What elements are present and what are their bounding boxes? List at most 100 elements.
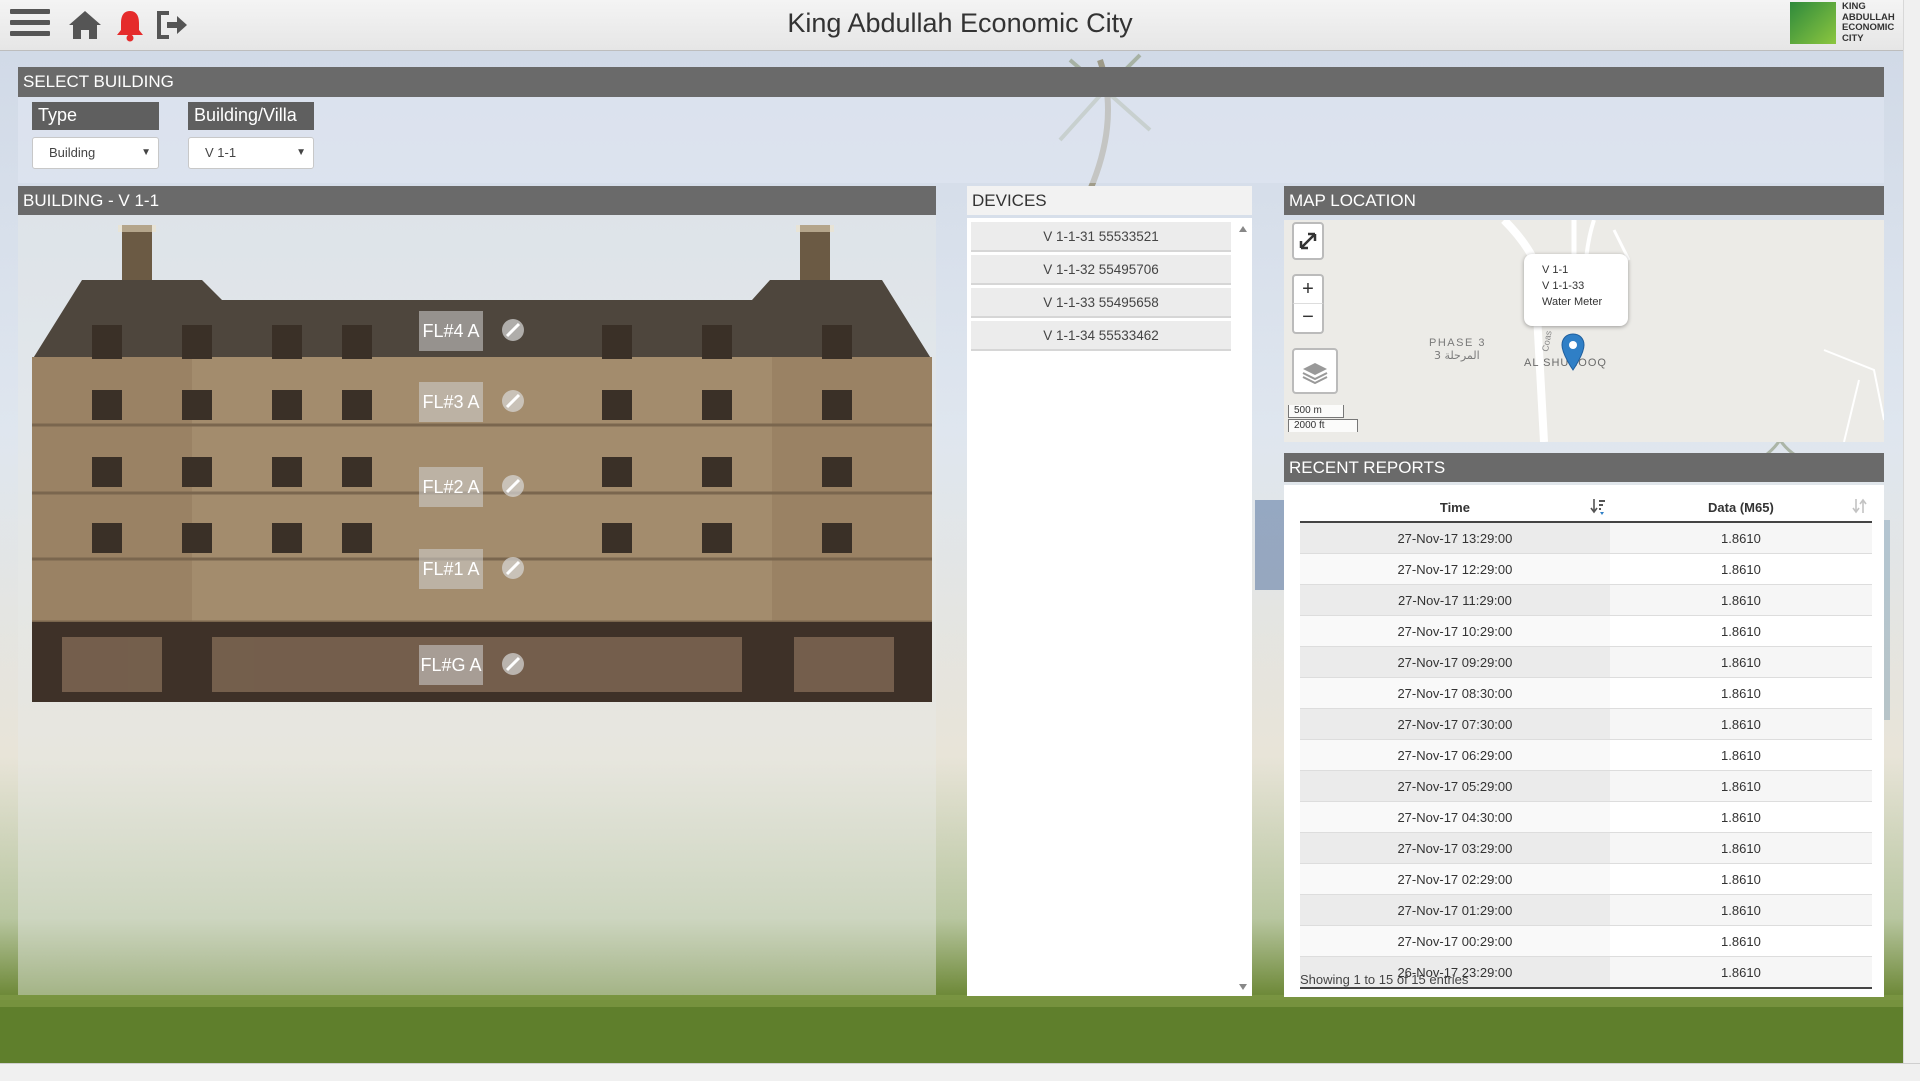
popup-line-type: Water Meter xyxy=(1542,296,1603,308)
device-item[interactable]: V 1-1-34 55533462 xyxy=(971,321,1231,351)
brand-line: CITY xyxy=(1842,32,1864,44)
map-popup: V 1-1 V 1-1-33 Water Meter xyxy=(1524,254,1628,326)
table-row: 27-Nov-17 05:29:00 1.8610 xyxy=(1300,770,1872,802)
meter-icon[interactable] xyxy=(498,315,528,345)
cell-data: 1.8610 xyxy=(1609,646,1872,678)
select-building-header: SELECT BUILDING xyxy=(18,67,1884,97)
app-title: King Abdullah Economic City xyxy=(787,8,1133,38)
sort-desc-icon xyxy=(1590,499,1605,515)
table-row: 27-Nov-17 07:30:00 1.8610 xyxy=(1300,708,1872,740)
cell-data: 1.8610 xyxy=(1609,894,1872,926)
map-label-phase-ar: المرحلة 3 xyxy=(1434,349,1480,362)
cell-data: 1.8610 xyxy=(1609,863,1872,895)
meter-icon[interactable] xyxy=(498,553,528,583)
cell-time: 27-Nov-17 13:29:00 xyxy=(1300,521,1610,554)
layers-icon xyxy=(1302,363,1328,385)
zoom-in-button[interactable]: + xyxy=(1292,274,1324,304)
cell-data: 1.8610 xyxy=(1609,553,1872,585)
recent-reports-header: RECENT REPORTS xyxy=(1284,453,1884,482)
table-row: 27-Nov-17 06:29:00 1.8610 xyxy=(1300,739,1872,771)
device-item[interactable]: V 1-1-31 55533521 xyxy=(971,222,1231,252)
popup-line-device: V 1-1-33 xyxy=(1542,280,1585,292)
cell-data: 1.8610 xyxy=(1609,615,1872,647)
device-item[interactable]: V 1-1-32 55495706 xyxy=(971,255,1231,285)
page-scrollbar[interactable] xyxy=(1903,0,1920,1063)
table-row: 27-Nov-17 00:29:00 1.8610 xyxy=(1300,925,1872,957)
table-row: 27-Nov-17 11:29:00 1.8610 xyxy=(1300,584,1872,616)
cell-time: 27-Nov-17 07:30:00 xyxy=(1300,708,1610,740)
map-location-header: MAP LOCATION xyxy=(1284,186,1884,215)
reports-table: Time Data (M65) 27-Nov-17 13:29:00 1.8610… xyxy=(1300,493,1872,989)
building-image xyxy=(32,225,932,702)
scale-meters: 500 m xyxy=(1288,405,1344,418)
table-row: 27-Nov-17 12:29:00 1.8610 xyxy=(1300,553,1872,585)
map-label-road: Coas xyxy=(1540,329,1554,352)
reports-table-body: 27-Nov-17 13:29:00 1.8610 27-Nov-17 12:29:… xyxy=(1300,521,1872,989)
layers-button[interactable] xyxy=(1292,348,1338,394)
table-row: 27-Nov-17 08:30:00 1.8610 xyxy=(1300,677,1872,709)
building-villa-label: Building/Villa xyxy=(188,102,314,130)
cell-data: 1.8610 xyxy=(1609,677,1872,709)
type-select[interactable]: Building ▼ xyxy=(32,137,159,169)
column-header-time-label: Time xyxy=(1439,499,1470,515)
scale-feet: 2000 ft xyxy=(1288,419,1358,432)
cell-time: 27-Nov-17 05:29:00 xyxy=(1300,770,1610,802)
logo-mark-icon xyxy=(1790,2,1836,44)
brand-logo: KING ABDULLAH ECONOMIC CITY xyxy=(1790,0,1910,46)
map-label-phase: PHASE 3 xyxy=(1429,337,1486,349)
cell-time: 27-Nov-17 01:29:00 xyxy=(1300,894,1610,926)
top-bar: King Abdullah Economic City KING ABDULLA… xyxy=(0,0,1920,51)
brand-line: ECONOMIC xyxy=(1842,22,1895,33)
building-header: BUILDING - V 1-1 xyxy=(18,186,936,215)
cell-data: 1.8610 xyxy=(1609,801,1872,833)
column-header-time[interactable]: Time xyxy=(1300,493,1610,523)
table-row: 27-Nov-17 04:30:00 1.8610 xyxy=(1300,801,1872,833)
building-villa-select-value: V 1-1 xyxy=(205,145,237,160)
table-row: 27-Nov-17 03:29:00 1.8610 xyxy=(1300,832,1872,864)
table-info: Showing 1 to 15 of 15 entries xyxy=(1300,972,1469,987)
building-villa-select[interactable]: V 1-1 ▼ xyxy=(188,137,314,169)
meter-icon[interactable] xyxy=(498,649,528,679)
meter-icon[interactable] xyxy=(498,471,528,501)
cell-time: 27-Nov-17 09:29:00 xyxy=(1300,646,1610,678)
floor-tag-fl1[interactable]: FL#1 A xyxy=(419,549,483,589)
table-row: 27-Nov-17 01:29:00 1.8610 xyxy=(1300,894,1872,926)
cell-data: 1.8610 xyxy=(1609,521,1872,554)
cell-data: 1.8610 xyxy=(1609,770,1872,802)
cell-time: 27-Nov-17 02:29:00 xyxy=(1300,863,1610,895)
devices-scrollbar[interactable] xyxy=(1236,222,1250,994)
map-view[interactable]: PHASE 3 المرحلة 3 AL SHUROOQ Coas + − V … xyxy=(1284,220,1884,442)
table-row: 27-Nov-17 10:29:00 1.8610 xyxy=(1300,615,1872,647)
sort-both-icon xyxy=(1852,498,1867,514)
cell-data: 1.8610 xyxy=(1609,739,1872,771)
cell-time: 27-Nov-17 04:30:00 xyxy=(1300,801,1610,833)
brand-line: KING xyxy=(1842,1,1866,12)
floor-tag-fl4[interactable]: FL#4 A xyxy=(419,311,483,351)
fullscreen-button[interactable] xyxy=(1292,222,1324,260)
cell-time: 27-Nov-17 12:29:00 xyxy=(1300,553,1610,585)
floor-tag-fl3[interactable]: FL#3 A xyxy=(419,382,483,422)
cell-time: 27-Nov-17 03:29:00 xyxy=(1300,832,1610,864)
cell-data: 1.8610 xyxy=(1609,956,1872,989)
cell-time: 27-Nov-17 10:29:00 xyxy=(1300,615,1610,647)
column-header-data-label: Data (M65) xyxy=(1708,499,1774,515)
table-row: 27-Nov-17 02:29:00 1.8610 xyxy=(1300,863,1872,895)
type-select-value: Building xyxy=(49,145,96,160)
cell-data: 1.8610 xyxy=(1609,832,1872,864)
map-marker-icon[interactable] xyxy=(1560,332,1586,372)
footer-bar xyxy=(0,1063,1920,1081)
cell-data: 1.8610 xyxy=(1609,584,1872,616)
cell-time: 27-Nov-17 11:29:00 xyxy=(1300,584,1610,616)
cell-data: 1.8610 xyxy=(1609,925,1872,957)
devices-panel: V 1-1-31 55533521 V 1-1-32 55495706 V 1-… xyxy=(967,218,1252,996)
meter-icon[interactable] xyxy=(498,386,528,416)
popup-line-building: V 1-1 xyxy=(1542,264,1569,276)
column-header-data[interactable]: Data (M65) xyxy=(1609,493,1872,523)
expand-icon xyxy=(1299,232,1317,250)
chevron-down-icon: ▼ xyxy=(141,147,151,158)
devices-header: DEVICES xyxy=(967,186,1252,215)
device-item[interactable]: V 1-1-33 55495658 xyxy=(971,288,1231,318)
zoom-out-button[interactable]: − xyxy=(1292,304,1324,334)
floor-tag-fl2[interactable]: FL#2 A xyxy=(419,467,483,507)
floor-tag-flg[interactable]: FL#G A xyxy=(419,645,483,685)
